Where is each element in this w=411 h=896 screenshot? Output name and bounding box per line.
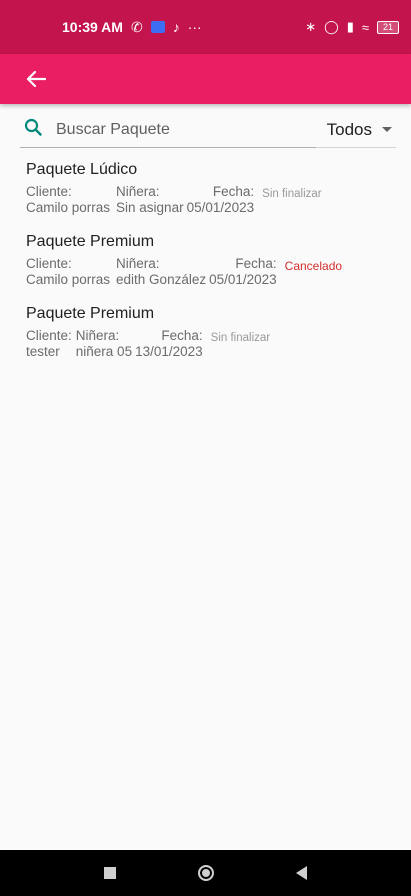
status-bar: 10:39 AM ✆ ♪ ··· ∗ ◯ ▮ ≈ 21	[0, 0, 411, 54]
fecha-value: 13/01/2023	[135, 344, 203, 359]
cliente-value: tester	[26, 344, 60, 359]
cliente-col: Cliente: Camilo porras	[26, 184, 110, 216]
search-icon	[24, 118, 56, 141]
fecha-value: 05/01/2023	[186, 200, 255, 215]
circle-icon	[197, 865, 214, 881]
cliente-value: Camilo porras	[26, 272, 111, 287]
ninera-value: Sin asignar	[116, 200, 184, 215]
fecha-label: Fecha:	[212, 184, 255, 199]
fecha-col: Fecha: 05/01/2023	[209, 256, 277, 288]
ninera-value: niñera 05	[75, 344, 133, 359]
list-item[interactable]: Paquete Premium Cliente: tester Niñera: …	[26, 300, 396, 360]
cliente-label: Cliente:	[26, 256, 72, 271]
ninera-label: Niñera:	[75, 328, 120, 343]
fecha-col: Fecha: 05/01/2023	[187, 184, 255, 216]
package-details: Cliente: tester Niñera: niñera 05 Fecha:…	[26, 328, 396, 360]
signal-icon: ▮	[346, 19, 354, 34]
cliente-col: Cliente: tester	[26, 328, 72, 360]
ninera-col: Niñera: Sin asignar	[116, 184, 184, 216]
list-item[interactable]: Paquete Lúdico Cliente: Camilo porras Ni…	[26, 156, 396, 216]
ninera-col: Niñera: niñera 05	[76, 328, 132, 360]
list-item[interactable]: Paquete Premium Cliente: Camilo porras N…	[26, 228, 396, 288]
status-badge: Cancelado	[284, 259, 343, 273]
cliente-value: Camilo porras	[26, 200, 111, 215]
system-nav-bar	[0, 850, 411, 896]
back-arrow-icon[interactable]	[26, 70, 46, 88]
tiktok-icon: ♪	[172, 19, 180, 35]
cliente-label: Cliente:	[26, 184, 72, 199]
status-time: 10:39 AM	[62, 19, 123, 35]
recents-button[interactable]	[62, 867, 158, 879]
app-bar	[0, 54, 411, 104]
filter-value: Todos	[326, 119, 372, 139]
fecha-value: 05/01/2023	[209, 272, 277, 287]
filter-dropdown[interactable]: Todos	[316, 112, 396, 148]
battery-level: 21	[382, 22, 393, 32]
whatsapp-icon: ✆	[130, 18, 143, 35]
ninera-value: edith González	[116, 272, 207, 287]
ninera-col: Niñera: edith González	[116, 256, 206, 288]
ninera-label: Niñera:	[116, 256, 160, 271]
status-badge: Sin finalizar	[210, 332, 271, 344]
messenger-icon	[150, 21, 165, 33]
package-title: Paquete Premium	[26, 233, 155, 250]
status-badge: Sin finalizar	[262, 188, 322, 200]
fecha-label: Fecha:	[235, 256, 277, 271]
search-box[interactable]	[20, 112, 316, 148]
package-title: Paquete Premium	[26, 305, 155, 322]
search-input[interactable]	[56, 120, 286, 139]
status-right: ∗ ◯ ▮ ≈ 21	[305, 19, 399, 35]
package-list: Paquete Lúdico Cliente: Camilo porras Ni…	[26, 156, 396, 372]
cliente-label: Cliente:	[26, 328, 72, 343]
square-icon	[103, 867, 116, 879]
home-button[interactable]	[158, 865, 254, 881]
more-notifications-icon: ···	[187, 19, 202, 35]
package-details: Cliente: Camilo porras Niñera: edith Gon…	[26, 256, 396, 288]
wifi-icon: ≈	[361, 19, 369, 35]
alarm-icon: ◯	[324, 19, 339, 34]
chevron-down-icon	[382, 127, 392, 132]
package-title: Paquete Lúdico	[26, 161, 138, 178]
triangle-back-icon	[296, 866, 307, 880]
back-button[interactable]	[254, 866, 350, 880]
battery-icon: 21	[377, 20, 399, 34]
ninera-label: Niñera:	[116, 184, 160, 199]
fecha-col: Fecha: 13/01/2023	[135, 328, 203, 360]
fecha-label: Fecha:	[161, 328, 203, 343]
search-row: Todos	[20, 112, 396, 148]
cliente-col: Cliente: Camilo porras	[26, 256, 110, 288]
package-details: Cliente: Camilo porras Niñera: Sin asign…	[26, 184, 396, 216]
bluetooth-icon: ∗	[305, 19, 317, 34]
status-left: 10:39 AM ✆ ♪ ···	[62, 19, 202, 36]
